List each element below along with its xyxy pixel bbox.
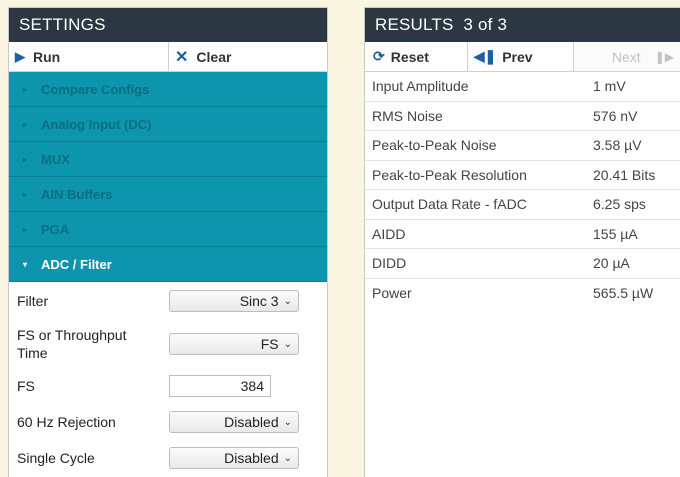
next-label: Next xyxy=(611,48,641,65)
chevron-right-icon: ▸ xyxy=(23,119,28,129)
fs-input[interactable]: 384 xyxy=(169,375,271,397)
section-compare-configs[interactable]: ▸ Compare Configs xyxy=(9,72,327,107)
chevron-down-icon: ▾ xyxy=(23,259,28,269)
section-label: Compare Configs xyxy=(41,81,150,97)
chevron-right-icon: ▸ xyxy=(23,224,28,234)
single-cycle-row: Single Cycle Disabled ⌄ xyxy=(9,440,327,476)
results-toolbar: ⟳ Reset ◀❚ Prev Next ❚▶ xyxy=(365,42,680,72)
rejection-60hz-label: 60 Hz Rejection xyxy=(17,414,116,430)
table-row: DIDD 20 µA xyxy=(365,249,680,279)
section-label: AIN Buffers xyxy=(41,186,113,202)
fs-or-throughput-value: FS xyxy=(260,336,279,352)
clear-label: Clear xyxy=(196,48,232,65)
chevron-down-icon: ⌄ xyxy=(283,295,292,307)
chevron-right-icon: ▸ xyxy=(23,154,28,164)
fs-row: FS 384 xyxy=(9,368,327,404)
table-row: Output Data Rate - fADC 6.25 sps xyxy=(365,190,680,220)
table-row: Peak-to-Peak Resolution 20.41 Bits xyxy=(365,161,680,190)
prev-button[interactable]: ◀❚ Prev xyxy=(468,42,575,71)
section-label: MUX xyxy=(41,151,70,167)
result-name: RMS Noise xyxy=(372,107,443,124)
chevron-down-icon: ⌄ xyxy=(283,452,292,464)
table-row: Power 565.5 µW xyxy=(365,279,680,309)
section-analog-input[interactable]: ▸ Analog Input (DC) xyxy=(9,107,327,142)
result-value: 565.5 µW xyxy=(593,285,654,302)
result-name: Peak-to-Peak Noise xyxy=(372,137,497,154)
step-back-icon: ◀❚ xyxy=(473,48,497,64)
fs-or-throughput-label: FS or Throughput Time xyxy=(17,327,127,361)
single-cycle-value: Disabled xyxy=(224,450,279,466)
rejection-60hz-value: Disabled xyxy=(224,414,279,430)
run-label: Run xyxy=(33,48,61,65)
results-table: Input Amplitude 1 mV RMS Noise 576 nV Pe… xyxy=(365,72,680,308)
section-ain-buffers[interactable]: ▸ AIN Buffers xyxy=(9,177,327,212)
rejection-60hz-row: 60 Hz Rejection Disabled ⌄ xyxy=(9,404,327,440)
prev-label: Prev xyxy=(502,48,533,65)
section-pga[interactable]: ▸ PGA xyxy=(9,212,327,247)
settings-title: SETTINGS xyxy=(9,8,327,42)
result-value: 1 mV xyxy=(593,78,626,95)
filter-value: Sinc 3 xyxy=(239,293,279,309)
chevron-down-icon: ⌄ xyxy=(283,416,292,428)
single-cycle-select[interactable]: Disabled ⌄ xyxy=(169,447,299,469)
result-value: 20 µA xyxy=(593,255,630,272)
section-adc-filter[interactable]: ▾ ADC / Filter xyxy=(9,247,327,282)
result-value: 3.58 µV xyxy=(593,137,642,154)
table-row: RMS Noise 576 nV xyxy=(365,102,680,131)
section-label: Analog Input (DC) xyxy=(41,116,152,132)
next-button[interactable]: Next ❚▶ xyxy=(574,42,680,71)
fs-or-throughput-row: FS or Throughput Time FS ⌄ xyxy=(9,320,327,368)
section-label: PGA xyxy=(41,221,70,237)
result-name: AIDD xyxy=(372,225,406,242)
results-panel: RESULTS 3 of 3 ⟳ Reset ◀❚ Prev Next ❚▶ I… xyxy=(364,7,680,477)
filter-select[interactable]: Sinc 3 ⌄ xyxy=(169,290,299,312)
settings-toolbar: ▶ Run ✕ Clear xyxy=(9,42,327,72)
result-name: Peak-to-Peak Resolution xyxy=(372,166,527,183)
result-value: 20.41 Bits xyxy=(593,166,656,183)
x-icon: ✕ xyxy=(175,48,189,66)
result-name: Power xyxy=(372,285,412,302)
step-forward-icon: ❚▶ xyxy=(654,49,674,64)
run-button[interactable]: ▶ Run xyxy=(9,42,168,71)
result-value: 6.25 sps xyxy=(593,196,646,213)
settings-panel: SETTINGS ▶ Run ✕ Clear ▸ Compare Configs… xyxy=(8,7,328,477)
play-icon: ▶ xyxy=(15,48,25,64)
rejection-60hz-select[interactable]: Disabled ⌄ xyxy=(169,411,299,433)
result-name: Input Amplitude xyxy=(372,78,469,95)
chevron-right-icon: ▸ xyxy=(23,84,28,94)
results-title: RESULTS 3 of 3 xyxy=(365,8,680,42)
table-row: Peak-to-Peak Noise 3.58 µV xyxy=(365,131,680,161)
filter-row: Filter Sinc 3 ⌄ xyxy=(9,282,327,320)
table-row: AIDD 155 µA xyxy=(365,220,680,249)
chevron-right-icon: ▸ xyxy=(23,189,28,199)
reset-label: Reset xyxy=(390,48,429,65)
section-label: ADC / Filter xyxy=(41,256,112,272)
clear-button[interactable]: ✕ Clear xyxy=(168,42,327,71)
chevron-down-icon: ⌄ xyxy=(283,338,292,350)
result-name: DIDD xyxy=(372,255,407,272)
filter-label: Filter xyxy=(17,293,49,309)
reset-button[interactable]: ⟳ Reset xyxy=(365,42,468,71)
section-mux[interactable]: ▸ MUX xyxy=(9,142,327,177)
fs-or-throughput-select[interactable]: FS ⌄ xyxy=(169,333,299,355)
fs-label: FS xyxy=(17,378,35,394)
result-name: Output Data Rate - fADC xyxy=(372,196,527,213)
result-value: 155 µA xyxy=(593,225,638,242)
refresh-icon: ⟳ xyxy=(373,48,385,64)
result-value: 576 nV xyxy=(593,107,638,124)
single-cycle-label: Single Cycle xyxy=(17,450,95,466)
settings-accordion: ▸ Compare Configs ▸ Analog Input (DC) ▸ … xyxy=(9,72,327,282)
table-row: Input Amplitude 1 mV xyxy=(365,72,680,102)
